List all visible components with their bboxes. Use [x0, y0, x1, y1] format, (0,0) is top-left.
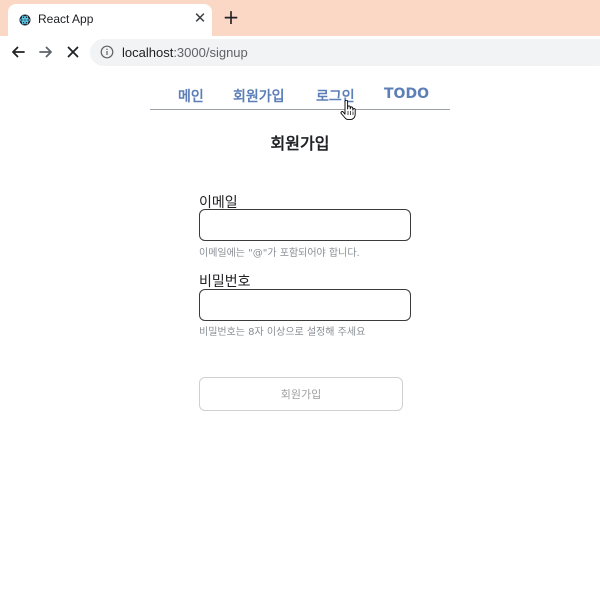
stop-loading-icon[interactable] [62, 41, 84, 63]
forward-arrow-icon[interactable] [35, 41, 57, 63]
nav-link-signup[interactable]: 회원가입 [233, 86, 285, 106]
info-icon[interactable] [100, 45, 114, 59]
url-host: localhost [122, 45, 174, 60]
browser-toolbar: localhost:3000/signup [0, 36, 600, 68]
nav-link-main[interactable]: 메인 [178, 86, 204, 106]
url-path: :3000/signup [173, 45, 248, 60]
url-text[interactable]: localhost:3000/signup [122, 45, 248, 60]
page-title: 회원가입 [270, 134, 330, 153]
password-label: 비밀번호 [199, 274, 251, 290]
signup-submit-button[interactable]: 회원가입 [199, 377, 403, 411]
browser-tab[interactable]: React App ✕ [8, 4, 212, 36]
page-content: 메인 회원가입 로그인 TODO 회원가입 이메일 이메일에는 "@"가 포함되… [0, 68, 600, 593]
password-input[interactable] [199, 289, 411, 321]
back-arrow-icon[interactable] [7, 41, 29, 63]
react-logo-icon [19, 14, 31, 26]
email-hint: 이메일에는 "@"가 포함되어야 합니다. [199, 248, 360, 259]
browser-tab-strip: React App ✕ + [0, 0, 600, 36]
tab-title: React App [38, 12, 94, 26]
email-input[interactable] [199, 209, 411, 241]
close-tab-icon[interactable]: ✕ [192, 10, 208, 26]
nav-link-todo[interactable]: TODO [384, 86, 429, 102]
address-bar[interactable]: localhost:3000/signup [90, 39, 600, 66]
password-hint: 비밀번호는 8자 이상으로 설정해 주세요 [199, 327, 366, 338]
hand-pointer-cursor-icon [340, 100, 356, 121]
main-nav: 메인 회원가입 로그인 TODO [150, 84, 450, 110]
new-tab-icon[interactable]: + [222, 7, 240, 27]
